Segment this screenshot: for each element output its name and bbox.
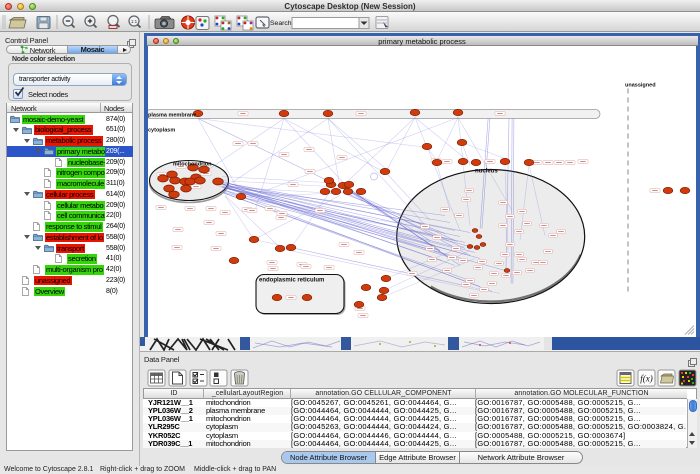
svg-text:Search:: Search: <box>270 20 294 27</box>
svg-text:1:1: 1:1 <box>131 19 138 24</box>
svg-text:cytoplasm: cytoplasm <box>148 128 175 134</box>
svg-text:plasma membrane: plasma membrane <box>148 113 196 119</box>
svg-text:nucleus: nucleus <box>475 169 498 175</box>
svg-text:unassigned: unassigned <box>625 83 656 89</box>
svg-text:mitochondrion: mitochondrion <box>173 162 212 168</box>
svg-text:endoplasmic reticulum: endoplasmic reticulum <box>259 278 324 284</box>
svg-text:f(x): f(x) <box>640 374 653 384</box>
